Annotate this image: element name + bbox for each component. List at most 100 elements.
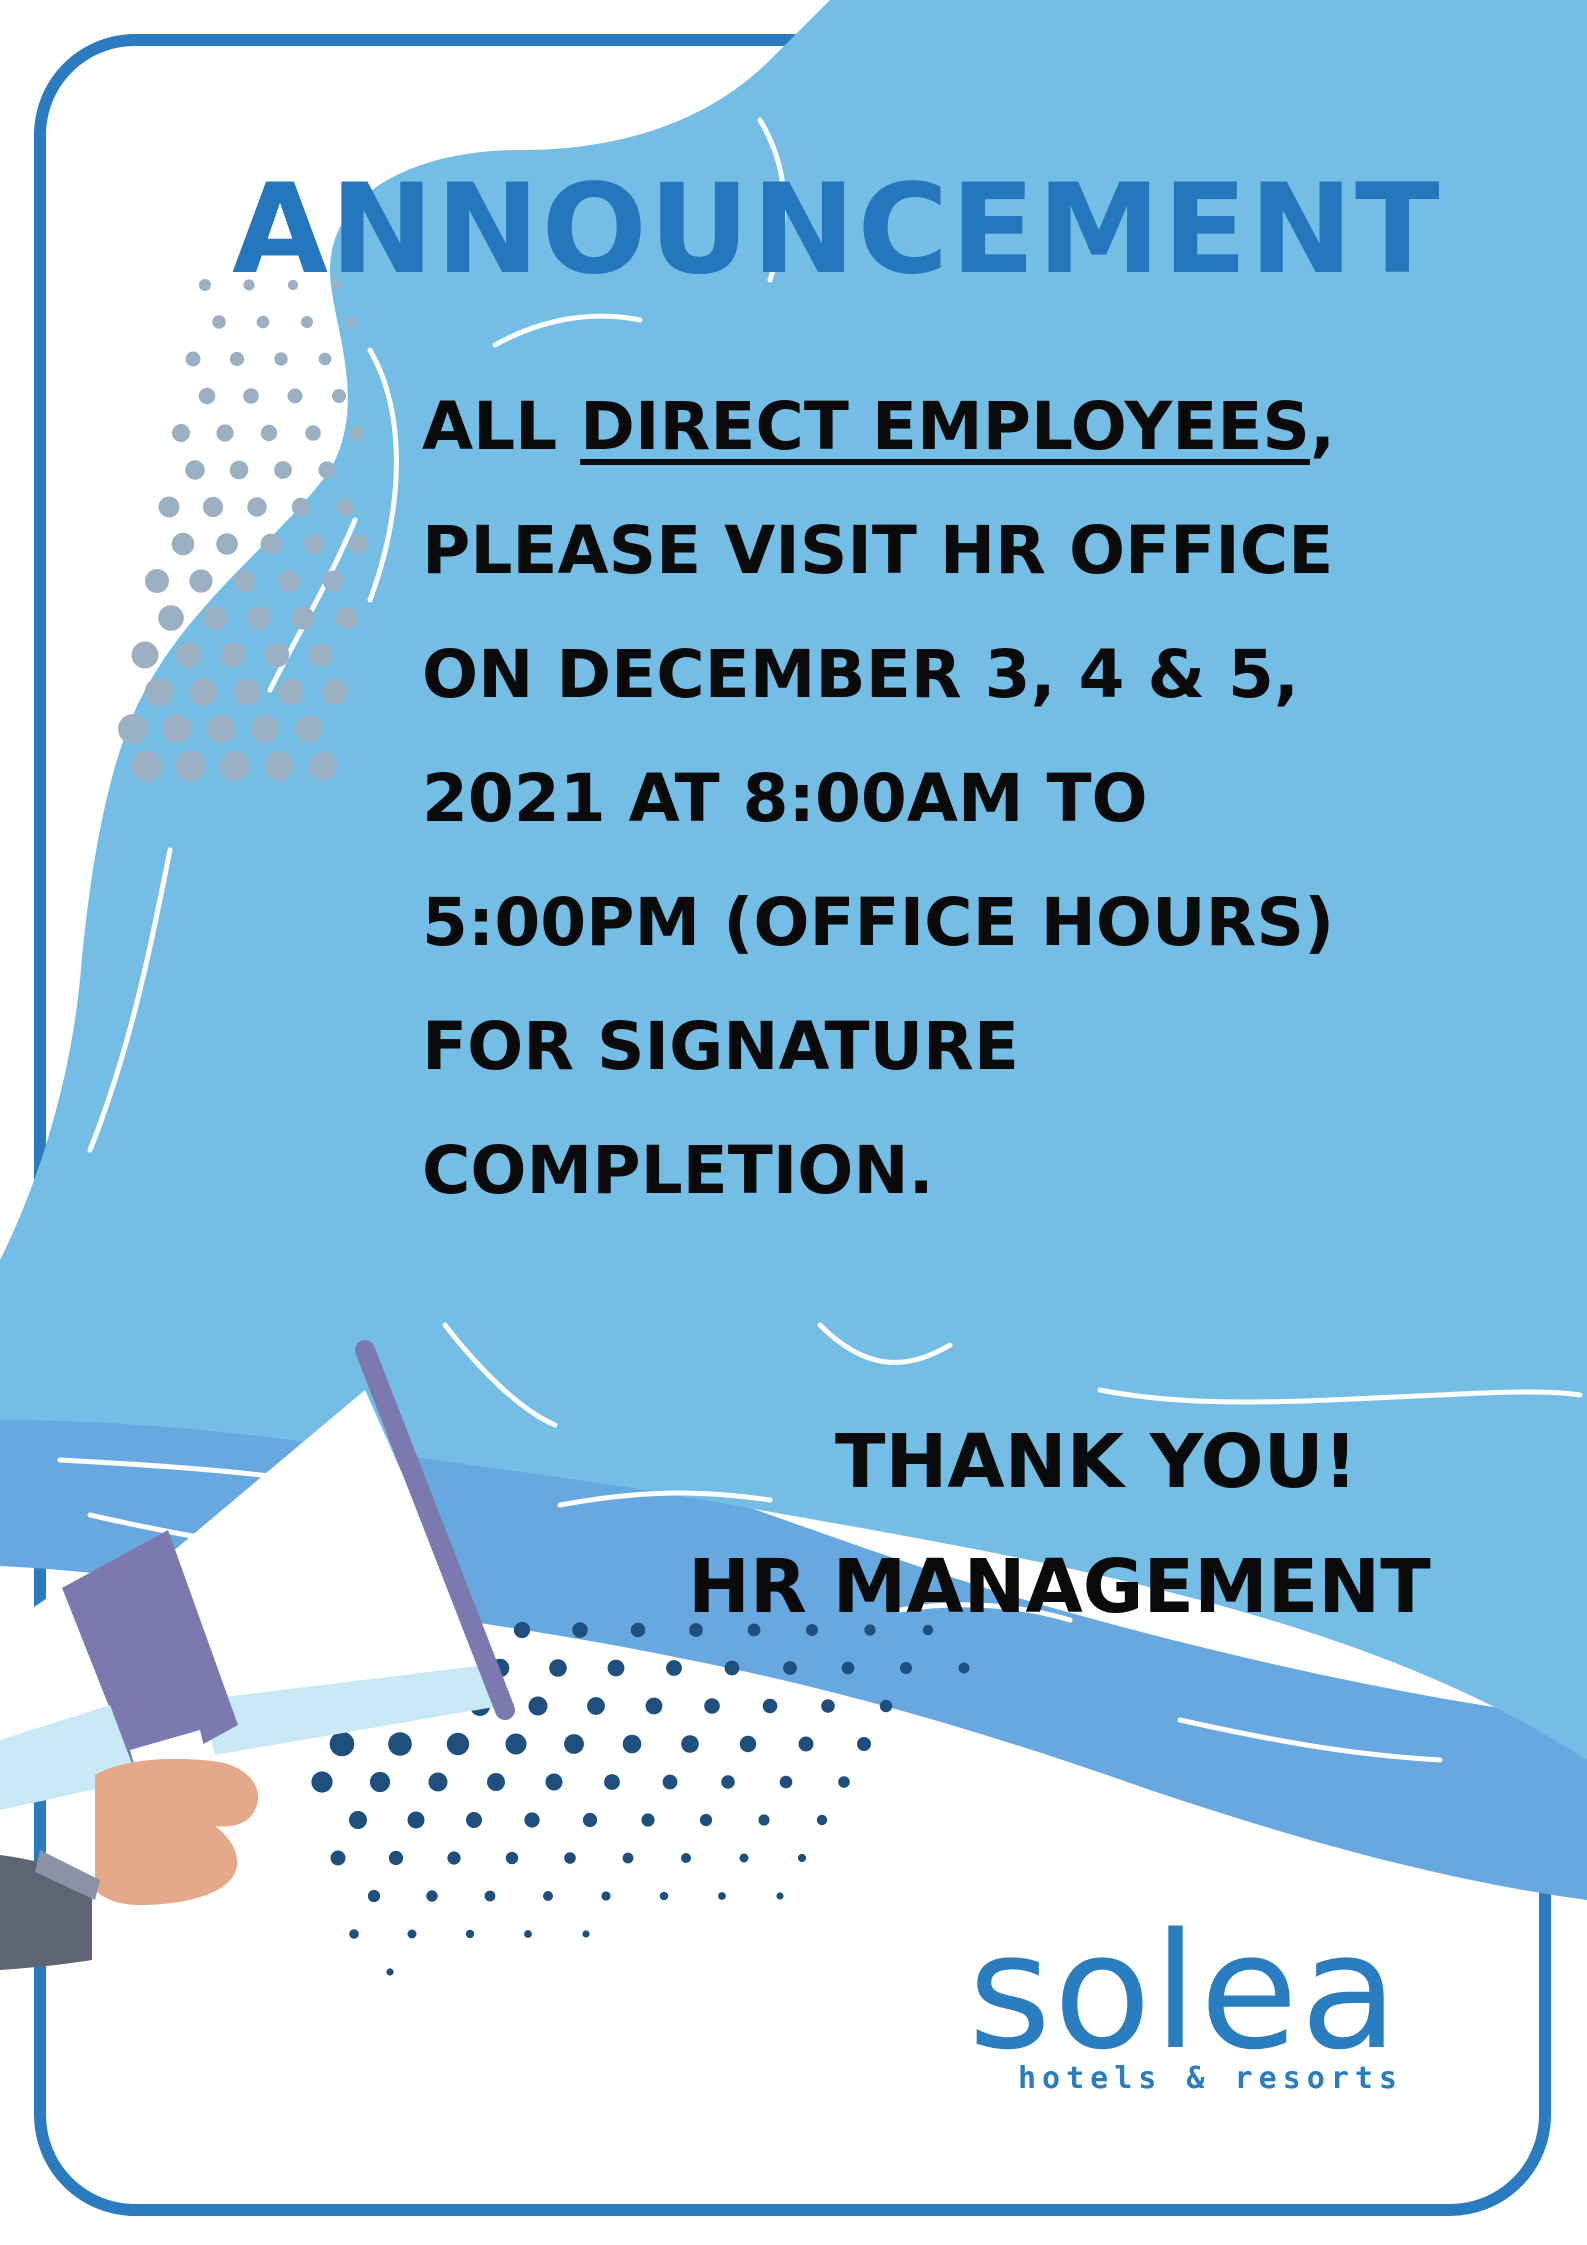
grey-dot — [220, 642, 246, 668]
grey-dot — [287, 388, 303, 404]
navy-dot — [369, 1771, 391, 1793]
message-line: COMPLETION. — [422, 1132, 934, 1209]
navy-dot — [582, 1812, 598, 1828]
navy-dot — [367, 1889, 381, 1903]
solea-logo-wordmark: solea — [968, 1898, 1401, 2085]
solea-logo-tagline: hotels & resorts — [1018, 2061, 1403, 2096]
navy-dot — [513, 1621, 531, 1639]
navy-dot — [386, 1968, 394, 1976]
grey-dot — [260, 533, 282, 555]
navy-dot — [528, 1696, 548, 1716]
navy-dot — [329, 1731, 355, 1757]
navy-dot — [330, 1850, 346, 1866]
navy-dot — [349, 1929, 359, 1939]
navy-dot — [601, 1891, 611, 1901]
navy-dot — [681, 1735, 699, 1753]
announcement-poster: ANNOUNCEMENT ALL DIRECT EMPLOYEES, PLEAS… — [0, 0, 1587, 2245]
navy-dot — [426, 1890, 438, 1902]
grey-dot — [172, 424, 190, 442]
grey-dot — [131, 641, 159, 669]
navy-dot — [543, 1891, 553, 1901]
navy-dot — [524, 1930, 532, 1938]
grey-dot — [301, 316, 313, 328]
navy-dot — [721, 1775, 735, 1789]
grey-dot — [199, 279, 211, 291]
navy-dot — [582, 1930, 590, 1938]
navy-dot — [407, 1929, 417, 1939]
navy-dot — [407, 1811, 425, 1829]
grey-dot — [318, 352, 332, 366]
grey-dot — [349, 425, 365, 441]
navy-dot — [604, 1774, 620, 1790]
navy-dot — [662, 1774, 678, 1790]
grey-dot — [216, 533, 238, 555]
navy-dot — [776, 1892, 784, 1900]
navy-dot — [958, 1662, 970, 1674]
navy-dot — [900, 1662, 912, 1674]
navy-dot — [428, 1772, 448, 1792]
navy-dot — [718, 1892, 726, 1900]
grey-dot — [212, 315, 226, 329]
grey-dot — [144, 677, 174, 707]
headline-announcement: ANNOUNCEMENT — [232, 158, 1442, 302]
navy-dot — [587, 1697, 605, 1715]
grey-dot — [345, 316, 357, 328]
navy-dot — [841, 1661, 855, 1675]
grey-dot — [295, 715, 323, 743]
grey-dot — [336, 498, 354, 516]
grey-dot — [264, 751, 294, 781]
grey-dot — [158, 496, 180, 518]
navy-dot — [666, 1660, 682, 1676]
navy-dot — [487, 1773, 505, 1791]
message-line: FOR SIGNATURE — [422, 1008, 1019, 1085]
message-line: PLEASE VISIT HR OFFICE — [422, 512, 1334, 589]
grey-dot — [175, 641, 203, 669]
grey-dot — [171, 532, 195, 556]
navy-dot — [505, 1851, 519, 1865]
grey-dot — [304, 533, 326, 555]
navy-dot — [484, 1890, 496, 1902]
navy-dot — [564, 1734, 584, 1754]
navy-dot — [879, 1699, 893, 1713]
message-suffix: , — [1309, 388, 1336, 465]
navy-dot — [466, 1812, 482, 1828]
navy-dot — [798, 1736, 814, 1752]
grey-dot — [322, 570, 344, 592]
grey-dot — [206, 714, 236, 744]
navy-dot — [739, 1853, 749, 1863]
navy-dot — [388, 1850, 404, 1866]
grey-dot — [349, 534, 369, 554]
navy-dot — [549, 1659, 567, 1677]
announcement-message: ALL DIRECT EMPLOYEES, PLEASE VISIT HR OF… — [422, 365, 1572, 1233]
navy-dot — [622, 1852, 634, 1864]
message-highlight: DIRECT EMPLOYEES — [580, 388, 1310, 465]
navy-dot — [758, 1814, 770, 1826]
navy-dot — [659, 1891, 669, 1901]
grey-dot — [274, 352, 288, 366]
grey-dot — [233, 678, 261, 706]
navy-dot — [622, 1734, 642, 1754]
navy-dot — [797, 1853, 807, 1863]
navy-dot — [762, 1698, 778, 1714]
grey-dot — [189, 678, 217, 706]
grey-dot — [158, 605, 184, 631]
navy-dot — [545, 1773, 563, 1791]
navy-dot — [311, 1771, 333, 1793]
grey-dot — [335, 606, 359, 630]
closing-thanks: THANK YOU! — [835, 1419, 1358, 1505]
navy-dot — [505, 1733, 527, 1755]
hand — [95, 1758, 259, 1905]
navy-dot — [607, 1659, 625, 1677]
grey-dot — [233, 569, 257, 593]
grey-dot — [131, 750, 163, 782]
grey-dot — [185, 460, 205, 480]
grey-dot — [278, 570, 300, 592]
message-line: ON DECEMBER 3, 4 & 5, — [422, 636, 1299, 713]
navy-dot — [645, 1697, 663, 1715]
grey-dot — [291, 606, 315, 630]
navy-dot — [739, 1735, 757, 1753]
grey-dot — [274, 461, 292, 479]
grey-dot — [216, 424, 234, 442]
grey-dot — [318, 461, 336, 479]
grey-dot — [309, 643, 333, 667]
